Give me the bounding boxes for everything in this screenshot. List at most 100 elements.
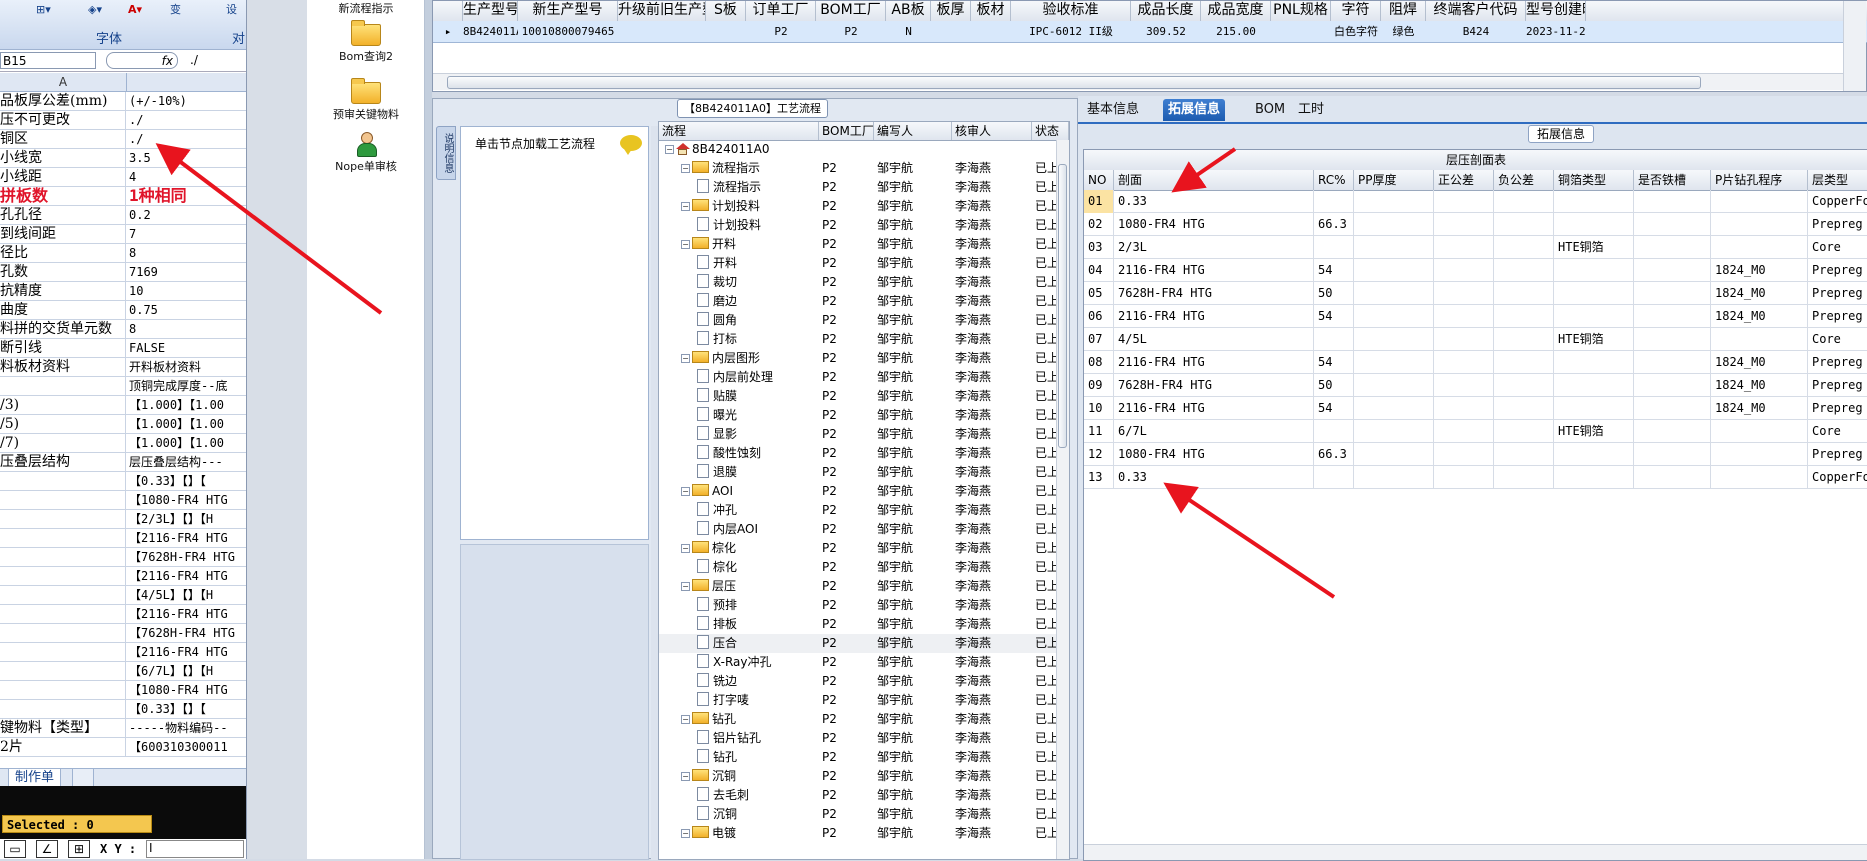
- cell-b[interactable]: 【2/3L】【】【H: [127, 510, 246, 529]
- cell-section[interactable]: 2116-FR4 HTG: [1114, 259, 1314, 282]
- cell-layer[interactable]: Prepreg: [1808, 305, 1867, 328]
- cell-pp[interactable]: [1354, 213, 1434, 236]
- table-row[interactable]: 【7628H-FR4 HTG: [0, 548, 246, 567]
- table-row[interactable]: /5) 【1.000】【1.00: [0, 415, 246, 434]
- tree-node[interactable]: 打字唛 P2 邹宇航 李海燕 已上网: [659, 691, 1057, 710]
- cell-pp[interactable]: [1354, 351, 1434, 374]
- column-header[interactable]: 订单工厂: [746, 1, 816, 21]
- cell-neg[interactable]: [1494, 374, 1554, 397]
- cell-b[interactable]: 0.2: [127, 206, 246, 225]
- cell-b[interactable]: FALSE: [127, 339, 246, 358]
- launcher-key-materials[interactable]: 预审关键物料: [307, 78, 425, 122]
- cell-b[interactable]: ./: [127, 130, 246, 149]
- cell-b[interactable]: 【2116-FR4 HTG: [127, 529, 246, 548]
- cell-b[interactable]: 顶铜完成厚度--底: [127, 377, 246, 396]
- cell-no[interactable]: 01: [1084, 190, 1114, 213]
- table-row[interactable]: 06 2116-FR4 HTG 54 1824_M0 Prepreg: [1084, 305, 1867, 328]
- table-row[interactable]: 【0.33】【】【: [0, 700, 246, 719]
- table-row[interactable]: 130.33 CopperFoil: [1084, 466, 1867, 489]
- column-header[interactable]: 成品长度: [1131, 1, 1201, 21]
- cell-no[interactable]: 04: [1084, 259, 1114, 282]
- sheet-tab-production[interactable]: 制作单: [8, 769, 62, 787]
- collapse-toggle-icon[interactable]: −: [681, 354, 690, 363]
- cell-section[interactable]: 0.33: [1114, 190, 1314, 213]
- tree-node[interactable]: − 沉铜 P2 邹宇航 李海燕 已上网: [659, 767, 1057, 786]
- cell-neg[interactable]: [1494, 351, 1554, 374]
- cell-rc[interactable]: 66.3: [1314, 213, 1354, 236]
- table-row[interactable]: 铜区 ./: [0, 130, 246, 149]
- tab-0[interactable]: 基本信息: [1082, 99, 1144, 121]
- cell-layer[interactable]: CopperFoil: [1808, 190, 1867, 213]
- horizontal-scrollbar[interactable]: [1084, 844, 1867, 860]
- cell-drill[interactable]: 1824_M0: [1711, 259, 1808, 282]
- table-row[interactable]: 【2/3L】【】【H: [0, 510, 246, 529]
- cell-a[interactable]: [0, 643, 126, 662]
- cell-a[interactable]: /7): [0, 434, 126, 453]
- cell-rc[interactable]: [1314, 420, 1354, 443]
- cell-neg[interactable]: [1494, 190, 1554, 213]
- cell-drill[interactable]: [1711, 466, 1808, 489]
- tree-node[interactable]: 裁切 P2 邹宇航 李海燕 已上网: [659, 273, 1057, 292]
- column-header[interactable]: 新生产型号: [518, 1, 618, 21]
- tree-node[interactable]: − AOI P2 邹宇航 李海燕 已上网: [659, 482, 1057, 501]
- table-row[interactable]: 11 6/7L HTE铜箔 Core: [1084, 420, 1867, 443]
- column-header[interactable]: 状态: [1032, 122, 1069, 140]
- cell-pp[interactable]: [1354, 466, 1434, 489]
- cell-foil[interactable]: [1554, 282, 1634, 305]
- table-row[interactable]: 【6/7L】【】【H: [0, 662, 246, 681]
- cell-old-model[interactable]: [618, 21, 706, 42]
- table-row[interactable]: 【4/5L】【】【H: [0, 586, 246, 605]
- fx-icon[interactable]: fx: [106, 52, 178, 69]
- cell-solder[interactable]: 绿色: [1381, 21, 1426, 42]
- cell-customer[interactable]: B424: [1426, 21, 1526, 42]
- tree-node[interactable]: 压合 P2 邹宇航 李海燕 已上网: [659, 634, 1057, 653]
- formula-input[interactable]: ./: [190, 52, 198, 69]
- table-row[interactable]: 10 2116-FR4 HTG 54 1824_M0 Prepreg: [1084, 397, 1867, 420]
- cell-pos[interactable]: [1434, 259, 1494, 282]
- cell-a[interactable]: 小线距: [0, 168, 126, 187]
- cell-a[interactable]: [0, 491, 126, 510]
- cell-section[interactable]: 2116-FR4 HTG: [1114, 305, 1314, 328]
- cell-section[interactable]: 2/3L: [1114, 236, 1314, 259]
- cell-pos[interactable]: [1434, 282, 1494, 305]
- column-header[interactable]: 终端客户代码: [1426, 1, 1526, 21]
- tree-node[interactable]: 开料 P2 邹宇航 李海燕 已上网: [659, 254, 1057, 273]
- cell-rc[interactable]: [1314, 236, 1354, 259]
- table-row[interactable]: 抗精度 10: [0, 282, 246, 301]
- cell-iron[interactable]: [1634, 213, 1711, 236]
- cell-b[interactable]: 【1.000】【1.00: [127, 396, 246, 415]
- tree-node[interactable]: 冲孔 P2 邹宇航 李海燕 已上网: [659, 501, 1057, 520]
- column-header[interactable]: 核审人: [952, 122, 1032, 140]
- table-row[interactable]: 曲度 0.75: [0, 301, 246, 320]
- cell-iron[interactable]: [1634, 420, 1711, 443]
- collapse-toggle-icon[interactable]: −: [681, 240, 690, 249]
- horizontal-scrollbar[interactable]: [433, 73, 1843, 90]
- cell-b[interactable]: 【1080-FR4 HTG: [127, 491, 246, 510]
- scrollbar-thumb[interactable]: [1058, 164, 1067, 448]
- xy-input[interactable]: I: [146, 840, 244, 858]
- cell-standard[interactable]: IPC-6012 II级: [1011, 21, 1131, 42]
- cell-iron[interactable]: [1634, 328, 1711, 351]
- cell-a[interactable]: [0, 529, 126, 548]
- cell-rc[interactable]: 54: [1314, 259, 1354, 282]
- cell-b[interactable]: 8: [127, 320, 246, 339]
- table-row[interactable]: 径比 8: [0, 244, 246, 263]
- tree-node[interactable]: 棕化 P2 邹宇航 李海燕 已上网: [659, 558, 1057, 577]
- cell-rc[interactable]: [1314, 466, 1354, 489]
- cell-drill[interactable]: [1711, 190, 1808, 213]
- tree-node[interactable]: 曝光 P2 邹宇航 李海燕 已上网: [659, 406, 1057, 425]
- tree-node[interactable]: 流程指示 P2 邹宇航 李海燕 已上网: [659, 178, 1057, 197]
- column-header[interactable]: 板厚: [931, 1, 971, 21]
- column-header-a[interactable]: A: [0, 73, 127, 92]
- cell-a[interactable]: 抗精度: [0, 282, 126, 301]
- column-header[interactable]: AB板: [886, 1, 931, 21]
- cell-pos[interactable]: [1434, 305, 1494, 328]
- collapse-toggle-icon[interactable]: −: [665, 145, 674, 154]
- table-row[interactable]: 【1080-FR4 HTG: [0, 681, 246, 700]
- column-header[interactable]: PP厚度: [1354, 170, 1434, 190]
- tab-1[interactable]: 拓展信息: [1163, 99, 1226, 121]
- tree-node[interactable]: 显影 P2 邹宇航 李海燕 已上网: [659, 425, 1057, 444]
- cell-neg[interactable]: [1494, 397, 1554, 420]
- cell-pp[interactable]: [1354, 259, 1434, 282]
- table-row[interactable]: 拼板数 1种相同: [0, 187, 246, 206]
